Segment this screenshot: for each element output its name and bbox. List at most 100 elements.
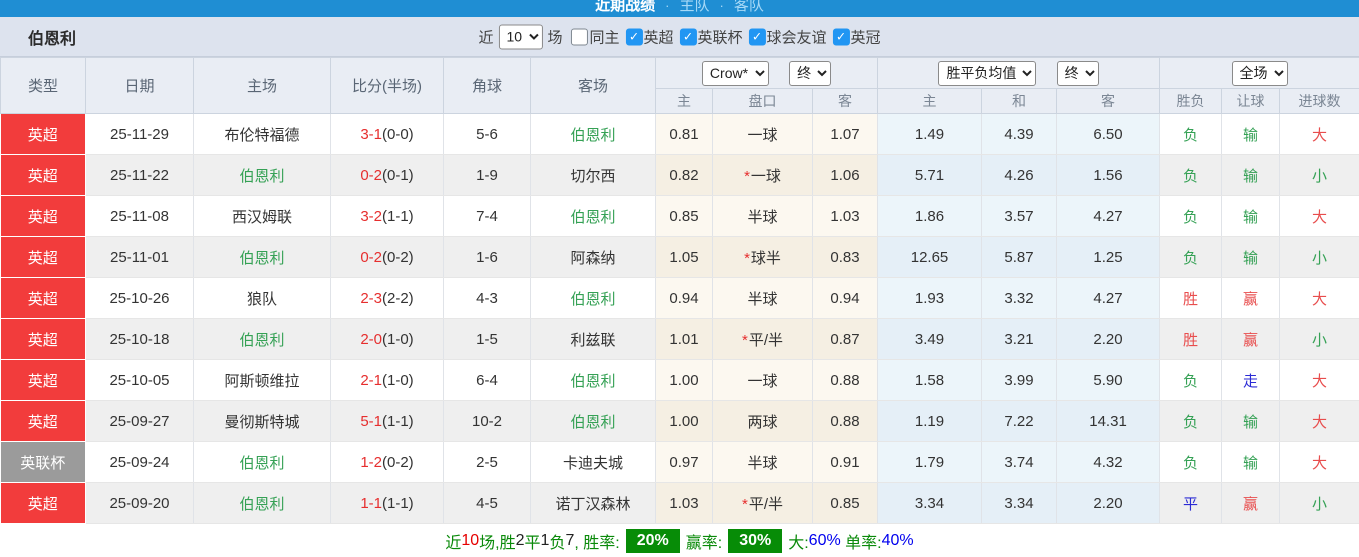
away-team-cell: 切尔西 — [531, 155, 656, 196]
asian-handicap-line: 半球 — [713, 278, 813, 319]
avg-win-odds: 3.49 — [878, 319, 982, 360]
avg-draw-odds: 5.87 — [982, 237, 1057, 278]
subcol-goals: 进球数 — [1280, 89, 1359, 114]
handicap-result-cell: 赢 — [1222, 483, 1280, 524]
score-cell: 3-2(1-1) — [331, 196, 444, 237]
avg-draw-odds: 3.32 — [982, 278, 1057, 319]
avg-lose-odds: 1.56 — [1057, 155, 1160, 196]
match-result-cell: 负 — [1160, 360, 1222, 401]
league-checkboxes: ✓英超✓英联杯✓球会友谊✓英冠 — [619, 26, 880, 47]
subcol-avg-win: 主 — [878, 89, 982, 114]
table-row: 英联杯25-09-24伯恩利1-2(0-2)2-5卡迪夫城0.97半球0.911… — [1, 442, 1359, 483]
score-cell: 0-2(0-1) — [331, 155, 444, 196]
league-filter-3[interactable]: ✓英冠 — [827, 26, 881, 47]
avg-win-odds: 5.71 — [878, 155, 982, 196]
home-team-cell: 西汉姆联 — [194, 196, 331, 237]
league-type-badge: 英超 — [1, 483, 86, 524]
half-time-score: (2-2) — [382, 290, 414, 307]
corner-cell: 4-5 — [444, 483, 531, 524]
match-result-cell: 负 — [1160, 196, 1222, 237]
col-header-corner: 角球 — [444, 58, 531, 114]
footer-segment-blue: 60% — [809, 532, 841, 550]
footer-segment-green: 负 — [549, 529, 565, 553]
league-type-badge: 英超 — [1, 319, 86, 360]
league-filter-1[interactable]: ✓英联杯 — [674, 26, 743, 47]
matches-tbody: 英超25-11-29布伦特福德3-1(0-0)5-6伯恩利0.81一球1.071… — [1, 114, 1359, 524]
handicap-result-cell: 输 — [1222, 401, 1280, 442]
goals-result-cell: 大 — [1280, 360, 1359, 401]
final-score: 2-0 — [360, 331, 382, 348]
league-filter-0[interactable]: ✓英超 — [619, 26, 673, 47]
odds-company-select[interactable]: Crow* — [702, 61, 769, 86]
score-cell: 2-3(2-2) — [331, 278, 444, 319]
home-team-cell: 阿斯顿维拉 — [194, 360, 331, 401]
tab-away-team[interactable]: 客队 — [734, 0, 764, 14]
checkbox-checked-icon[interactable]: ✓ — [833, 28, 850, 45]
date-cell: 25-11-29 — [86, 114, 194, 155]
checkbox-checked-icon[interactable]: ✓ — [625, 28, 642, 45]
checkbox-checked-icon[interactable]: ✓ — [749, 28, 766, 45]
table-row: 英超25-10-26狼队2-3(2-2)4-3伯恩利0.94半球0.941.93… — [1, 278, 1359, 319]
corner-cell: 1-5 — [444, 319, 531, 360]
asian-home-odds: 0.94 — [656, 278, 713, 319]
asian-away-odds: 0.91 — [813, 442, 878, 483]
home-team-cell: 曼彻斯特城 — [194, 401, 331, 442]
half-time-score: (0-2) — [382, 454, 414, 471]
goals-result-cell: 小 — [1280, 237, 1359, 278]
half-time-score: (1-1) — [382, 413, 414, 430]
avg-draw-odds: 4.26 — [982, 155, 1057, 196]
match-result-cell: 负 — [1160, 237, 1222, 278]
asian-away-odds: 0.83 — [813, 237, 878, 278]
league-type-badge: 英联杯 — [1, 442, 86, 483]
asian-handicap-line: 半球 — [713, 442, 813, 483]
final-score: 3-2 — [360, 208, 382, 225]
avg-type-select[interactable]: 胜平负均值 — [938, 61, 1036, 86]
goals-result-cell: 大 — [1280, 114, 1359, 155]
home-team-cell: 狼队 — [194, 278, 331, 319]
avg-time-select[interactable]: 终 — [1057, 61, 1099, 86]
match-result-cell: 负 — [1160, 401, 1222, 442]
checkbox-checked-icon[interactable]: ✓ — [680, 28, 697, 45]
corner-cell: 7-4 — [444, 196, 531, 237]
odds-time-select[interactable]: 终 — [789, 61, 831, 86]
match-result-cell: 胜 — [1160, 319, 1222, 360]
avg-lose-odds: 6.50 — [1057, 114, 1160, 155]
asian-away-odds: 1.03 — [813, 196, 878, 237]
same-venue-checkbox[interactable] — [570, 28, 587, 45]
table-row: 英超25-11-29布伦特福德3-1(0-0)5-6伯恩利0.81一球1.071… — [1, 114, 1359, 155]
subcol-result: 胜负 — [1160, 89, 1222, 114]
goals-result-cell: 大 — [1280, 442, 1359, 483]
same-venue-label: 同主 — [589, 26, 619, 47]
date-cell: 25-10-18 — [86, 319, 194, 360]
date-cell: 25-09-27 — [86, 401, 194, 442]
match-result-cell: 负 — [1160, 442, 1222, 483]
tab-home-team[interactable]: 主队 — [679, 0, 709, 14]
asian-odds-selectors: Crow* 终 — [656, 58, 878, 89]
avg-draw-odds: 3.74 — [982, 442, 1057, 483]
recent-count-select[interactable]: 10 — [498, 24, 542, 49]
subcol-handicap-result: 让球 — [1222, 89, 1280, 114]
asian-home-odds: 1.05 — [656, 237, 713, 278]
avg-win-odds: 1.49 — [878, 114, 982, 155]
avg-lose-odds: 5.90 — [1057, 360, 1160, 401]
league-filter-2[interactable]: ✓球会友谊 — [743, 26, 827, 47]
avg-lose-odds: 2.20 — [1057, 319, 1160, 360]
half-time-score: (1-1) — [382, 495, 414, 512]
corner-cell: 1-6 — [444, 237, 531, 278]
date-cell: 25-11-08 — [86, 196, 194, 237]
footer-segment-green: 大: — [788, 529, 808, 553]
asian-away-odds: 0.87 — [813, 319, 878, 360]
score-cell: 2-1(1-0) — [331, 360, 444, 401]
goals-result-cell: 小 — [1280, 319, 1359, 360]
date-cell: 25-10-05 — [86, 360, 194, 401]
score-cell: 5-1(1-1) — [331, 401, 444, 442]
tab-recent-results[interactable]: 近期战绩 — [595, 0, 655, 14]
avg-draw-odds: 4.39 — [982, 114, 1057, 155]
away-team-cell: 诺丁汉森林 — [531, 483, 656, 524]
corner-cell: 4-3 — [444, 278, 531, 319]
filters-group: 近 10 场 同主 ✓英超✓英联杯✓球会友谊✓英冠 — [478, 24, 880, 49]
scope-select[interactable]: 全场 — [1232, 61, 1288, 86]
avg-odds-selectors: 胜平负均值 终 — [878, 58, 1160, 89]
table-row: 英超25-09-20伯恩利1-1(1-1)4-5诺丁汉森林1.03*平/半0.8… — [1, 483, 1359, 524]
handicap-result-cell: 输 — [1222, 237, 1280, 278]
